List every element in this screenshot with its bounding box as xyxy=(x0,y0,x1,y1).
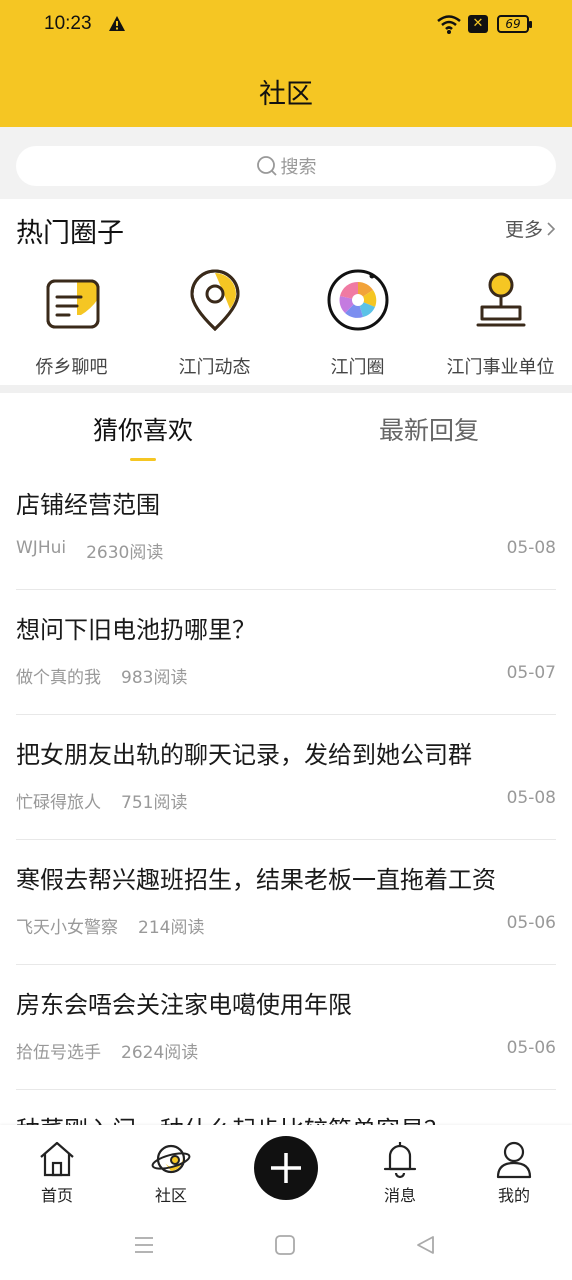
tab-guess-you-like[interactable]: 猜你喜欢 xyxy=(0,411,286,447)
add-post-button[interactable] xyxy=(254,1136,318,1200)
person-icon xyxy=(496,1141,532,1179)
tab-latest-replies[interactable]: 最新回复 xyxy=(286,411,572,447)
circle-label: 江门事业单位 xyxy=(446,357,555,378)
post-date: 05-07 xyxy=(506,663,556,683)
list-item[interactable]: 种菜刚入门，种什么起步比较简单容易？ xyxy=(16,1090,556,1125)
battery-icon: 69 xyxy=(497,15,532,33)
nav-home[interactable]: 首页 xyxy=(0,1125,114,1210)
hot-circles-title: 热门圈子 xyxy=(16,218,124,249)
post-author: 忙碌得旅人 xyxy=(16,793,101,813)
location-pin-icon xyxy=(190,269,240,331)
more-label: 更多 xyxy=(504,219,543,241)
search-icon xyxy=(256,156,277,176)
post-author: WJHui xyxy=(16,538,67,558)
circle-label: 江门动态 xyxy=(178,357,251,378)
post-title: 想问下旧电池扔哪里？ xyxy=(16,616,256,644)
post-date: 05-08 xyxy=(506,788,556,808)
menu-icon[interactable] xyxy=(133,1234,155,1256)
post-reads: 214阅读 xyxy=(138,918,205,938)
post-author: 飞天小女警察 xyxy=(16,918,118,938)
post-author: 做个真的我 xyxy=(16,668,101,688)
wifi-icon xyxy=(437,15,461,34)
circle-item-jiangmen-news[interactable]: 江门动态 xyxy=(143,269,286,379)
nav-messages[interactable]: 消息 xyxy=(343,1125,457,1210)
post-reads: 751阅读 xyxy=(121,793,188,813)
system-nav-bar xyxy=(0,1210,572,1280)
list-item[interactable]: 店铺经营范围 WJHui 2630阅读 05-08 xyxy=(16,465,556,590)
circle-label: 侨乡聊吧 xyxy=(35,357,108,378)
post-title: 寒假去帮兴趣班招生，结果老板一直拖着工资 xyxy=(16,866,496,894)
post-title: 把女朋友出轨的聊天记录，发给到她公司群 xyxy=(16,741,472,769)
post-meta: WJHui 2630阅读 xyxy=(16,538,163,563)
post-reads: 983阅读 xyxy=(121,668,188,688)
post-feed: 店铺经营范围 WJHui 2630阅读 05-08 想问下旧电池扔哪里？ 做个真… xyxy=(0,465,572,1125)
stamp-icon xyxy=(476,272,526,327)
status-time: 10:23 xyxy=(44,13,92,34)
nav-label: 首页 xyxy=(40,1186,73,1205)
more-link[interactable]: 更多 xyxy=(505,215,556,242)
post-reads: 2630阅读 xyxy=(86,543,164,563)
post-title: 种菜刚入门，种什么起步比较简单容易？ xyxy=(16,1110,448,1125)
post-title: 房东会唔会关注家电噶使用年限 xyxy=(16,991,352,1019)
aperture-icon xyxy=(327,269,389,331)
chat-bubble-icon xyxy=(46,279,100,329)
home-square-icon[interactable] xyxy=(274,1234,296,1256)
section-divider xyxy=(0,385,572,393)
nav-community[interactable]: 社区 xyxy=(114,1125,228,1210)
feed-tabs: 猜你喜欢 最新回复 xyxy=(0,393,572,465)
active-tab-indicator xyxy=(130,458,156,461)
list-item[interactable]: 把女朋友出轨的聊天记录，发给到她公司群 忙碌得旅人 751阅读 05-08 xyxy=(16,715,556,840)
sim-status-icon: ✕ xyxy=(468,15,488,33)
post-title: 店铺经营范围 xyxy=(16,491,160,519)
page-title: 社区 xyxy=(259,79,313,110)
post-meta: 做个真的我 983阅读 xyxy=(16,663,187,688)
search-input[interactable]: 搜索 xyxy=(16,146,556,186)
circle-label: 江门圈 xyxy=(330,357,385,378)
post-meta: 飞天小女警察 214阅读 xyxy=(16,913,204,938)
nav-label: 我的 xyxy=(497,1186,530,1205)
plus-icon xyxy=(271,1153,301,1183)
back-triangle-icon[interactable] xyxy=(415,1234,437,1256)
search-area: 搜索 xyxy=(0,127,572,199)
post-meta: 拾伍号选手 2624阅读 xyxy=(16,1038,198,1063)
circle-item-qiaoxiang[interactable]: 侨乡聊吧 xyxy=(0,269,143,379)
list-item[interactable]: 寒假去帮兴趣班招生，结果老板一直拖着工资 飞天小女警察 214阅读 05-06 xyxy=(16,840,556,965)
circle-item-jiangmen-circle[interactable]: 江门圈 xyxy=(286,269,429,379)
top-header: 10:23 ✕ 69 社区 xyxy=(0,0,572,127)
home-icon xyxy=(40,1141,74,1177)
post-date: 05-08 xyxy=(506,538,556,558)
nav-label: 社区 xyxy=(154,1186,187,1205)
warning-icon xyxy=(109,16,125,31)
post-meta: 忙碌得旅人 751阅读 xyxy=(16,788,187,813)
nav-label: 消息 xyxy=(383,1186,416,1205)
list-item[interactable]: 房东会唔会关注家电噶使用年限 拾伍号选手 2624阅读 05-06 xyxy=(16,965,556,1090)
status-bar: 10:23 ✕ 69 xyxy=(0,0,572,52)
post-date: 05-06 xyxy=(506,1038,556,1058)
list-item[interactable]: 想问下旧电池扔哪里？ 做个真的我 983阅读 05-07 xyxy=(16,590,556,715)
hot-circles-section: 热门圈子 更多 侨乡聊吧 江门动态 江门圈 江门事业单位 xyxy=(0,199,572,385)
search-placeholder: 搜索 xyxy=(280,157,317,178)
circle-item-public-institutions[interactable]: 江门事业单位 xyxy=(429,269,572,379)
post-date: 05-06 xyxy=(506,913,556,933)
community-planet-icon xyxy=(151,1144,191,1174)
chevron-right-icon xyxy=(547,221,556,236)
bottom-nav: 首页 社区 消息 我的 xyxy=(0,1125,572,1210)
nav-profile[interactable]: 我的 xyxy=(457,1125,571,1210)
bell-icon xyxy=(383,1142,417,1179)
post-author: 拾伍号选手 xyxy=(16,1043,101,1063)
post-reads: 2624阅读 xyxy=(121,1043,199,1063)
